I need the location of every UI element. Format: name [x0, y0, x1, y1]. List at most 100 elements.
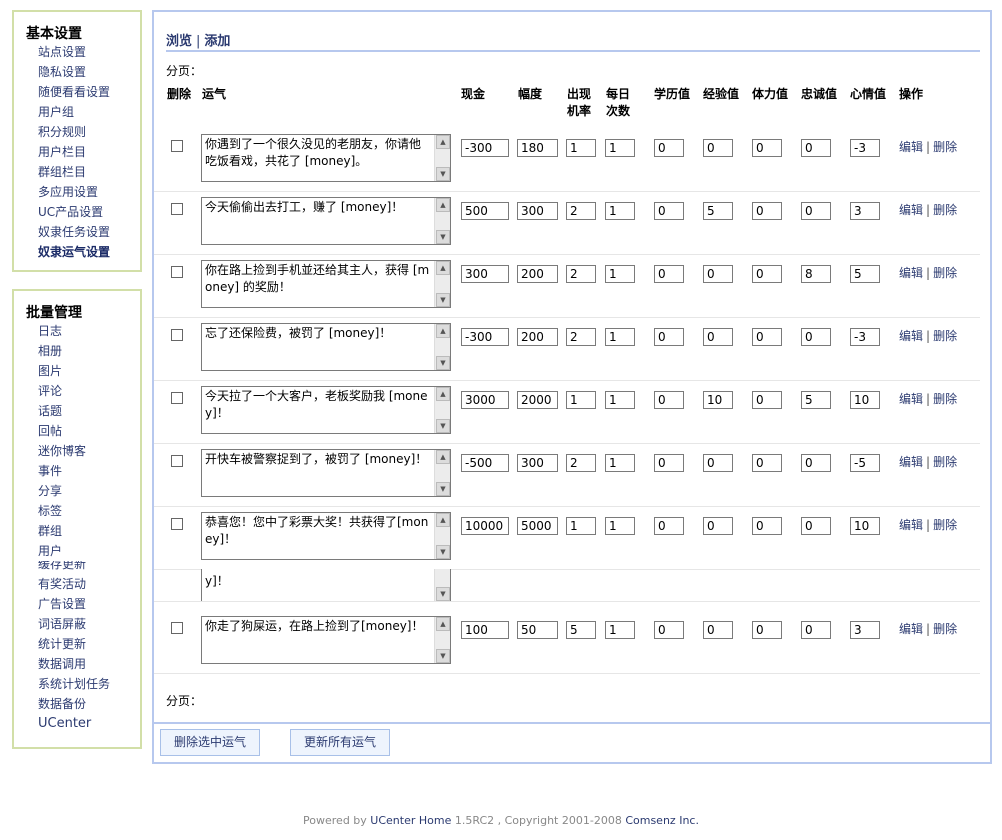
mood-input[interactable]: -5: [850, 454, 880, 472]
delete-link[interactable]: 删除: [933, 140, 957, 154]
textarea-scrollbar[interactable]: ▲ ▼: [434, 450, 450, 496]
mood-input[interactable]: -3: [850, 328, 880, 346]
sidebar-item-shares[interactable]: 分享: [38, 481, 140, 501]
delete-link[interactable]: 删除: [933, 329, 957, 343]
cash-input[interactable]: -300: [461, 328, 509, 346]
education-input[interactable]: 0: [654, 391, 684, 409]
stamina-input[interactable]: 0: [752, 391, 782, 409]
loyalty-input[interactable]: 0: [801, 202, 831, 220]
luck-text-input[interactable]: 恭喜您！您中了彩票大奖！共获得了[money]！ ▲ ▼: [201, 512, 451, 560]
row-checkbox[interactable]: [171, 622, 183, 634]
scroll-up-icon[interactable]: ▲: [436, 261, 450, 275]
daily-count-input[interactable]: 1: [605, 621, 635, 639]
scroll-down-icon[interactable]: ▼: [436, 419, 450, 433]
scroll-down-icon[interactable]: ▼: [436, 482, 450, 496]
probability-input[interactable]: 2: [566, 265, 596, 283]
probability-input[interactable]: 2: [566, 328, 596, 346]
scroll-down-icon[interactable]: ▼: [436, 230, 450, 244]
sidebar-item-ucenter[interactable]: UCenter: [38, 714, 140, 734]
range-input[interactable]: 300: [517, 202, 558, 220]
range-input[interactable]: 180: [517, 139, 558, 157]
probability-input[interactable]: 1: [566, 391, 596, 409]
stamina-input[interactable]: 0: [752, 621, 782, 639]
mood-input[interactable]: 10: [850, 391, 880, 409]
textarea-scrollbar[interactable]: ▲ ▼: [434, 513, 450, 559]
edit-link[interactable]: 编辑: [899, 518, 923, 532]
luck-text-input[interactable]: 你在路上捡到手机並还给其主人，获得 [money] 的奖励！ ▲ ▼: [201, 260, 451, 308]
luck-text-input[interactable]: y]！ ▼: [201, 569, 451, 601]
sidebar-item-site-settings[interactable]: 站点设置: [38, 42, 140, 62]
luck-text-input[interactable]: 今天拉了一个大客户，老板奖励我 [money]！ ▲ ▼: [201, 386, 451, 434]
cash-input[interactable]: 300: [461, 265, 509, 283]
daily-count-input[interactable]: 1: [605, 202, 635, 220]
loyalty-input[interactable]: 0: [801, 139, 831, 157]
row-checkbox[interactable]: [171, 518, 183, 530]
scroll-down-icon[interactable]: ▼: [436, 167, 450, 181]
scroll-down-icon[interactable]: ▼: [436, 545, 450, 559]
experience-input[interactable]: 0: [703, 517, 733, 535]
scroll-down-icon[interactable]: ▼: [436, 587, 450, 601]
footer-product-link[interactable]: UCenter Home: [370, 814, 451, 827]
row-checkbox[interactable]: [171, 203, 183, 215]
experience-input[interactable]: 0: [703, 265, 733, 283]
sidebar-item-cron-tasks[interactable]: 系统计划任务: [38, 674, 140, 694]
experience-input[interactable]: 0: [703, 328, 733, 346]
delete-link[interactable]: 删除: [933, 203, 957, 217]
luck-text-input[interactable]: 你走了狗屎运，在路上捡到了[money]！ ▲ ▼: [201, 616, 451, 664]
cash-input[interactable]: 10000: [461, 517, 509, 535]
luck-text-input[interactable]: 今天偷偷出去打工，赚了 [money]！ ▲ ▼: [201, 197, 451, 245]
mood-input[interactable]: 10: [850, 517, 880, 535]
edit-link[interactable]: 编辑: [899, 622, 923, 636]
tab-browse[interactable]: 浏览: [166, 34, 192, 49]
sidebar-item-uc-products[interactable]: UC产品设置: [38, 202, 140, 222]
scroll-down-icon[interactable]: ▼: [436, 356, 450, 370]
probability-input[interactable]: 2: [566, 454, 596, 472]
luck-text-input[interactable]: 忘了还保险费，被罚了 [money]！ ▲ ▼: [201, 323, 451, 371]
delete-link[interactable]: 删除: [933, 392, 957, 406]
probability-input[interactable]: 2: [566, 202, 596, 220]
sidebar-item-groups[interactable]: 群组: [38, 521, 140, 541]
sidebar-item-ads[interactable]: 广告设置: [38, 594, 140, 614]
textarea-scrollbar[interactable]: ▲ ▼: [434, 261, 450, 307]
experience-input[interactable]: 5: [703, 202, 733, 220]
range-input[interactable]: 2000: [517, 391, 558, 409]
scroll-up-icon[interactable]: ▲: [436, 513, 450, 527]
sidebar-item-multi-app[interactable]: 多应用设置: [38, 182, 140, 202]
row-checkbox[interactable]: [171, 392, 183, 404]
delete-link[interactable]: 删除: [933, 455, 957, 469]
sidebar-item-pictures[interactable]: 图片: [38, 361, 140, 381]
luck-text-input[interactable]: 你遇到了一个很久没见的老朋友，你请他吃饭看戏，共花了 [money]。 ▲ ▼: [201, 134, 451, 182]
education-input[interactable]: 0: [654, 517, 684, 535]
sidebar-item-mini-blog[interactable]: 迷你博客: [38, 441, 140, 461]
cash-input[interactable]: -300: [461, 139, 509, 157]
row-checkbox[interactable]: [171, 140, 183, 152]
range-input[interactable]: 200: [517, 328, 558, 346]
edit-link[interactable]: 编辑: [899, 329, 923, 343]
sidebar-item-user-columns[interactable]: 用户栏目: [38, 142, 140, 162]
cash-input[interactable]: 100: [461, 621, 509, 639]
scroll-up-icon[interactable]: ▲: [436, 135, 450, 149]
scroll-up-icon[interactable]: ▲: [436, 198, 450, 212]
loyalty-input[interactable]: 0: [801, 454, 831, 472]
sidebar-item-credit-rules[interactable]: 积分规则: [38, 122, 140, 142]
footer-company-link[interactable]: Comsenz Inc.: [625, 814, 699, 827]
scroll-up-icon[interactable]: ▲: [436, 387, 450, 401]
update-all-button[interactable]: 更新所有运气: [290, 729, 390, 756]
sidebar-item-blogs[interactable]: 日志: [38, 321, 140, 341]
cash-input[interactable]: 500: [461, 202, 509, 220]
stamina-input[interactable]: 0: [752, 265, 782, 283]
mood-input[interactable]: -3: [850, 139, 880, 157]
textarea-scrollbar[interactable]: ▲ ▼: [434, 135, 450, 181]
row-checkbox[interactable]: [171, 329, 183, 341]
edit-link[interactable]: 编辑: [899, 455, 923, 469]
sidebar-item-backup[interactable]: 数据备份: [38, 694, 140, 714]
stamina-input[interactable]: 0: [752, 139, 782, 157]
stamina-input[interactable]: 0: [752, 328, 782, 346]
daily-count-input[interactable]: 1: [605, 391, 635, 409]
loyalty-input[interactable]: 5: [801, 391, 831, 409]
daily-count-input[interactable]: 1: [605, 454, 635, 472]
sidebar-item-word-filter[interactable]: 词语屏蔽: [38, 614, 140, 634]
edit-link[interactable]: 编辑: [899, 140, 923, 154]
stamina-input[interactable]: 0: [752, 202, 782, 220]
sidebar-item-rewards[interactable]: 有奖活动: [38, 574, 140, 594]
